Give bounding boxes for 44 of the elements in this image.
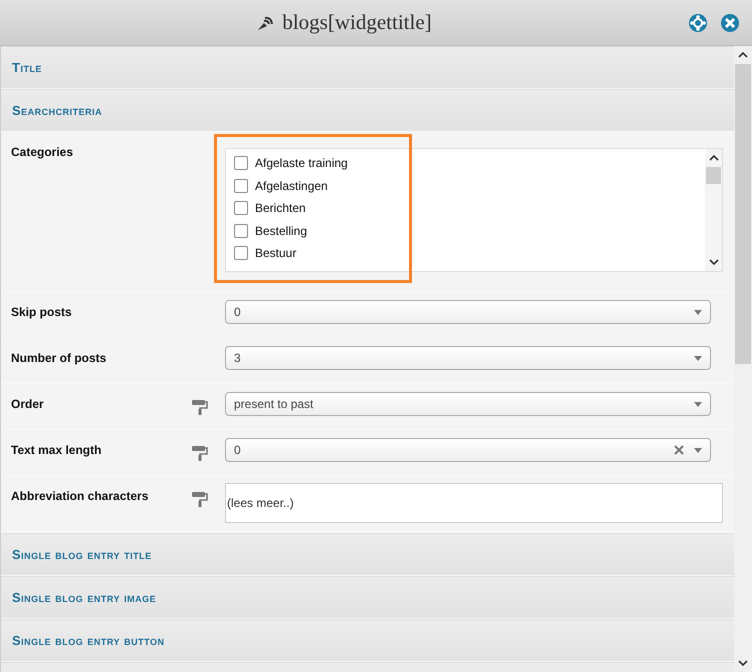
scroll-thumb[interactable]: [735, 64, 751, 364]
checkbox-label[interactable]: Bestuur: [255, 246, 296, 260]
paint-roller-icon[interactable]: [191, 490, 209, 508]
section-header[interactable]: Single blog entry image: [1, 576, 734, 619]
field-label: Categories: [10, 144, 74, 159]
checkbox[interactable]: [234, 224, 248, 238]
caret-icon[interactable]: [694, 356, 702, 360]
scrollbar[interactable]: [705, 149, 722, 271]
field-label: Text max length: [10, 442, 102, 457]
dropdown[interactable]: present to past: [225, 392, 711, 416]
checkbox-label[interactable]: Berichten: [255, 201, 306, 216]
dropdown[interactable]: 0: [225, 300, 711, 324]
scroll-up-icon[interactable]: [738, 50, 748, 60]
checkbox[interactable]: [234, 246, 248, 260]
help-icon[interactable]: [688, 12, 708, 32]
section-header[interactable]: Single blog entry button: [1, 619, 734, 662]
checkbox-label[interactable]: Bestelling: [255, 224, 308, 238]
checkbox[interactable]: [234, 201, 248, 216]
scroll-thumb[interactable]: [706, 167, 721, 184]
paint-roller-icon[interactable]: [191, 398, 209, 416]
dropdown[interactable]: 3: [225, 346, 711, 370]
clear-icon[interactable]: [674, 445, 684, 455]
field-label: Order: [10, 396, 45, 411]
window-title: blogs[widgettitle]: [282, 10, 432, 35]
caret-icon[interactable]: [694, 448, 702, 452]
section-header[interactable]: Single blog entry title: [1, 533, 734, 576]
close-icon[interactable]: [720, 12, 740, 32]
scroll-down-icon[interactable]: [708, 257, 719, 267]
field-label: Abbreviation characters: [10, 488, 150, 503]
field-label: Number of posts: [10, 350, 108, 365]
checkbox-label[interactable]: Afgelaste training: [255, 156, 348, 170]
caret-icon[interactable]: [694, 310, 702, 314]
section-header[interactable]: Searchcriteria: [1, 89, 734, 132]
field-label: Skip posts: [10, 304, 73, 319]
checkbox-label[interactable]: Afgelastingen: [255, 178, 328, 193]
input-field[interactable]: (lees meer..): [225, 483, 723, 523]
scroll-down-icon[interactable]: [738, 658, 748, 668]
caret-icon[interactable]: [694, 402, 702, 406]
checkbox[interactable]: [234, 156, 248, 170]
section-header[interactable]: Title: [1, 46, 734, 89]
scroll-up-icon[interactable]: [708, 153, 719, 163]
paint-roller-icon[interactable]: [191, 444, 209, 462]
dropdown[interactable]: 0: [225, 438, 711, 462]
checkbox[interactable]: [234, 178, 248, 193]
